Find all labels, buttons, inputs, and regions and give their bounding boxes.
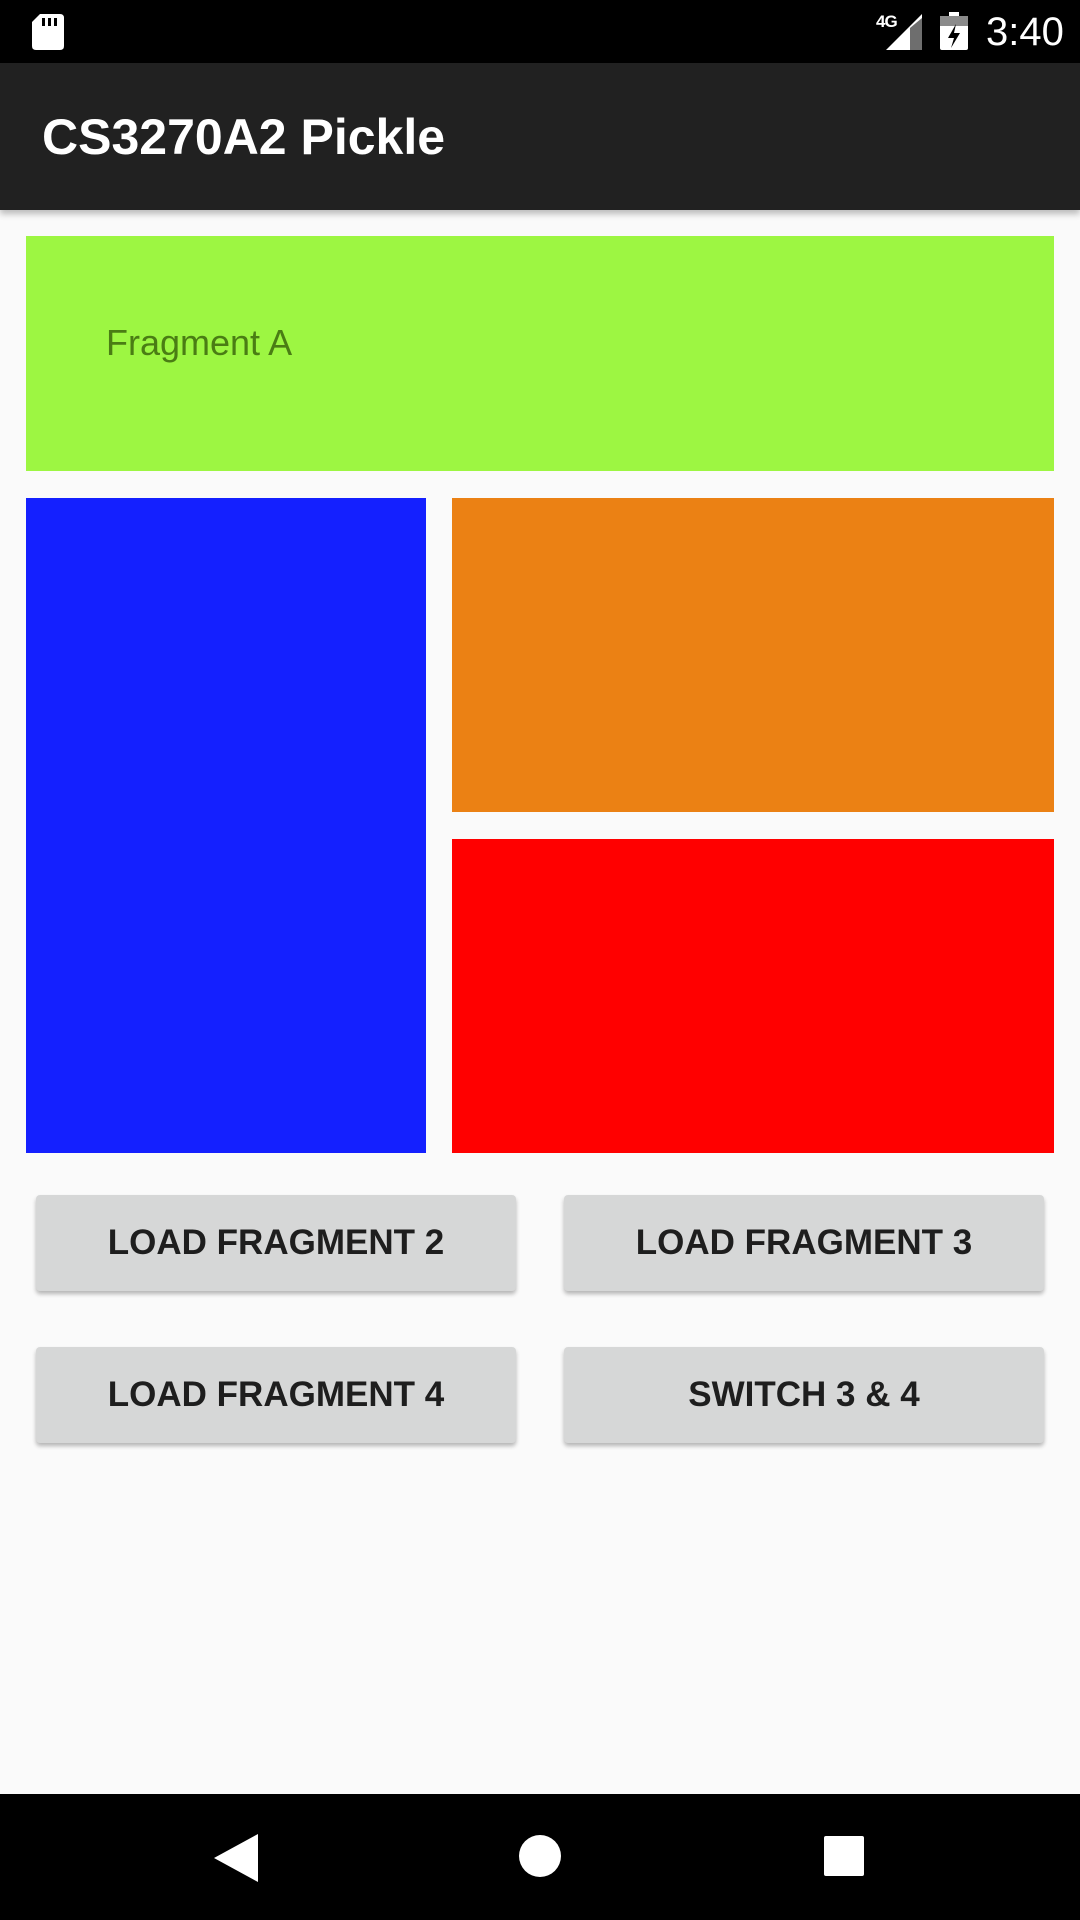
home-icon[interactable]	[518, 1834, 562, 1878]
signal-icon	[886, 14, 922, 50]
battery-charging-icon	[940, 12, 968, 50]
switch-3-4-button[interactable]: SWITCH 3 & 4	[564, 1347, 1044, 1443]
fragment-a-label: Fragment A	[106, 322, 293, 363]
sd-card-icon	[32, 14, 64, 50]
status-bar: 4G 3:40	[0, 0, 1080, 63]
back-icon[interactable]	[214, 1834, 258, 1882]
load-fragment-2-button[interactable]: LOAD FRAGMENT 2	[36, 1195, 516, 1291]
status-clock: 3:40	[986, 10, 1064, 54]
fragment-top-right-orange	[452, 498, 1054, 812]
fragment-left-blue	[26, 498, 426, 1153]
app-bar: CS3270A2 Pickle	[0, 63, 1080, 210]
navigation-bar	[0, 1794, 1080, 1920]
recent-apps-icon[interactable]	[824, 1836, 864, 1876]
fragment-a: Fragment A	[26, 236, 1054, 471]
app-title: CS3270A2 Pickle	[42, 109, 446, 165]
load-fragment-3-button[interactable]: LOAD FRAGMENT 3	[564, 1195, 1044, 1291]
load-fragment-4-button[interactable]: LOAD FRAGMENT 4	[36, 1347, 516, 1443]
fragment-bottom-right-red	[452, 839, 1054, 1153]
